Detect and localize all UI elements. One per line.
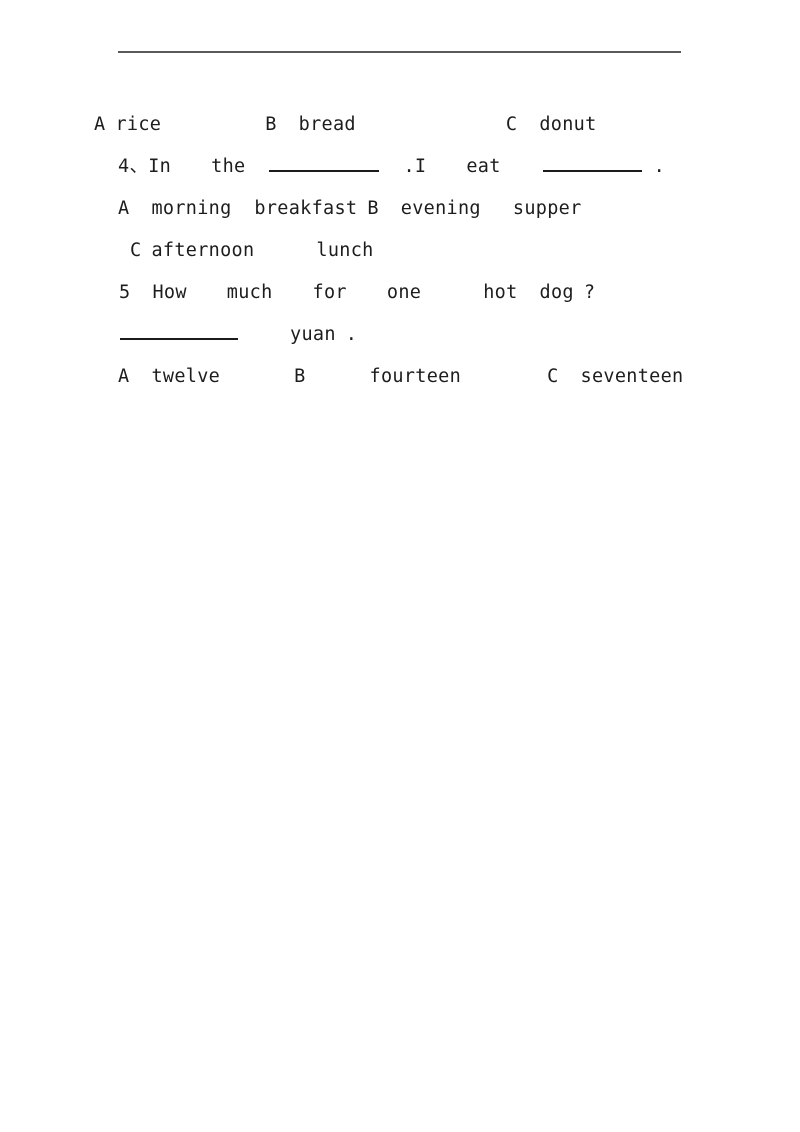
option-a-text: morning breakfast [151,198,358,219]
sentence-period: . [653,156,666,177]
question-3-options-line: Arice Bbread Cdonut [0,104,800,146]
option-b-label: B [265,114,277,135]
option-b-label: B [367,198,379,219]
period-and-subject: .I [403,156,427,177]
word-dog: dog [539,282,574,303]
option-c-text-secondary: lunch [316,240,374,261]
answer-blank-1[interactable] [269,152,380,172]
option-c-text: donut [539,114,597,135]
option-c-label: C [130,240,142,261]
word-eat: eat [466,156,501,177]
option-a-text: twelve [151,366,221,387]
word-hot: hot [483,282,518,303]
question-number: 4、In [118,156,172,177]
question-4-options-ab-line: Amorning breakfast Bevening supper [0,188,800,230]
option-b-text: evening [400,198,481,219]
word-much: much [226,282,273,303]
horizontal-rule-divider [118,51,681,53]
question-mark: ? [583,282,596,303]
option-b-text: fourteen [369,366,462,387]
question-4-options-c-line: Cafternoon lunch [0,230,800,272]
word-one: one [386,282,422,303]
answer-blank-3[interactable] [120,320,238,340]
question-5-answer-line: yuan. [0,314,800,356]
question-5-stem-line: 5 How much for one hot dog? [0,272,800,314]
answer-blank-2[interactable] [542,152,642,172]
option-b-text-secondary: supper [512,198,582,219]
option-c-label: C [547,366,559,387]
word-how: How [152,282,187,303]
option-c-label: C [505,114,518,135]
option-a-label: A [118,198,130,219]
word-the: the [211,156,246,177]
document-page: Arice Bbread Cdonut 4、In the .I eat. Amorning… [0,0,800,1132]
option-c-text: afternoon [151,240,255,261]
question-5-options-line: Atwelve Bfourteen Cseventeen [0,356,800,398]
question-number: 5 [119,282,131,303]
word-for: for [312,282,347,303]
option-a-label: A [94,114,106,135]
currency-unit: yuan [290,324,336,345]
question-4-stem-line: 4、In the .I eat. [0,146,800,188]
option-c-text: seventeen [580,366,684,387]
option-a-text: rice [115,114,162,135]
option-b-text: bread [298,114,356,135]
option-b-label: B [294,366,306,387]
option-a-label: A [118,366,130,387]
document-text-body: Arice Bbread Cdonut 4、In the .I eat. Amorning… [0,104,800,398]
sentence-period: . [345,324,358,345]
